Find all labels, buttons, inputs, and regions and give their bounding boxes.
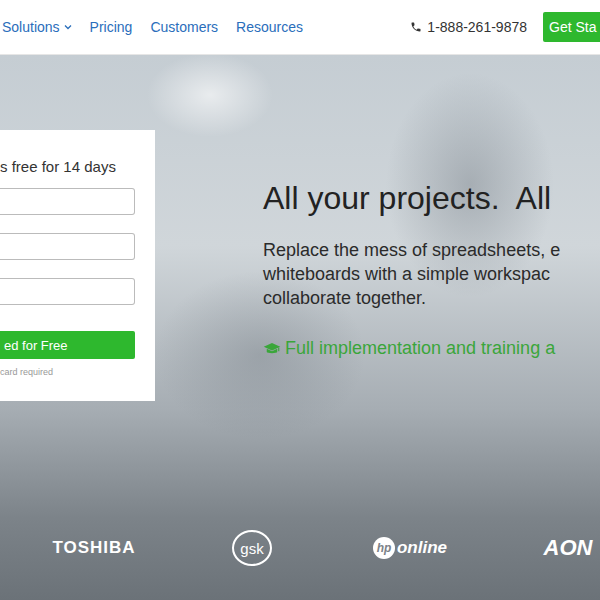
nav-links: Solutions Pricing Customers Resources	[0, 19, 303, 35]
signup-note: card required	[0, 367, 135, 377]
signup-title: s free for 14 days	[0, 158, 135, 176]
signup-field[interactable]	[0, 188, 135, 215]
feature-link[interactable]: Full implementation and training a	[263, 338, 560, 359]
phone-number[interactable]: 1-888-261-9878	[410, 19, 527, 35]
top-nav: Solutions Pricing Customers Resources 1-888-…	[0, 0, 600, 55]
landing-page: Solutions Pricing Customers Resources 1-888-…	[0, 0, 600, 600]
customer-logo: gsk	[173, 530, 331, 566]
customer-logo: TOSHIBA	[15, 531, 173, 565]
get-started-button[interactable]: Get Sta	[543, 12, 600, 42]
signup-card: s free for 14 days ed for Free card requir…	[0, 130, 155, 401]
phone-icon	[410, 21, 422, 33]
hp-logo-icon: hp	[373, 537, 395, 559]
nav-right: 1-888-261-9878 Get Sta	[410, 12, 600, 42]
nav-link[interactable]: Pricing	[90, 19, 133, 35]
customer-logos: TOSHIBAgskhponlineAON	[0, 530, 600, 566]
chevron-down-icon	[64, 24, 72, 30]
nav-link[interactable]: Solutions	[2, 19, 72, 35]
hero-main: s free for 14 days ed for Free card requir…	[0, 55, 600, 401]
hero-copy: All your projects. All Replace the mess o…	[263, 178, 560, 359]
customer-logo: AON	[489, 531, 600, 565]
hero-section: s free for 14 days ed for Free card requir…	[0, 55, 600, 600]
description-line: collaborate together.	[263, 286, 560, 310]
description-line: Replace the mess of spreadsheets, e	[263, 238, 560, 262]
signup-button[interactable]: ed for Free	[0, 331, 135, 359]
headline: All your projects. All	[263, 178, 560, 218]
nav-link[interactable]: Resources	[236, 19, 303, 35]
customer-logo: hponline	[331, 531, 489, 565]
description-line: whiteboards with a simple workspac	[263, 262, 560, 286]
nav-link[interactable]: Customers	[150, 19, 218, 35]
graduation-cap-icon	[263, 342, 281, 356]
signup-field[interactable]	[0, 233, 135, 260]
signup-field[interactable]	[0, 278, 135, 305]
hero-description: Replace the mess of spreadsheets, ewhite…	[263, 238, 560, 310]
